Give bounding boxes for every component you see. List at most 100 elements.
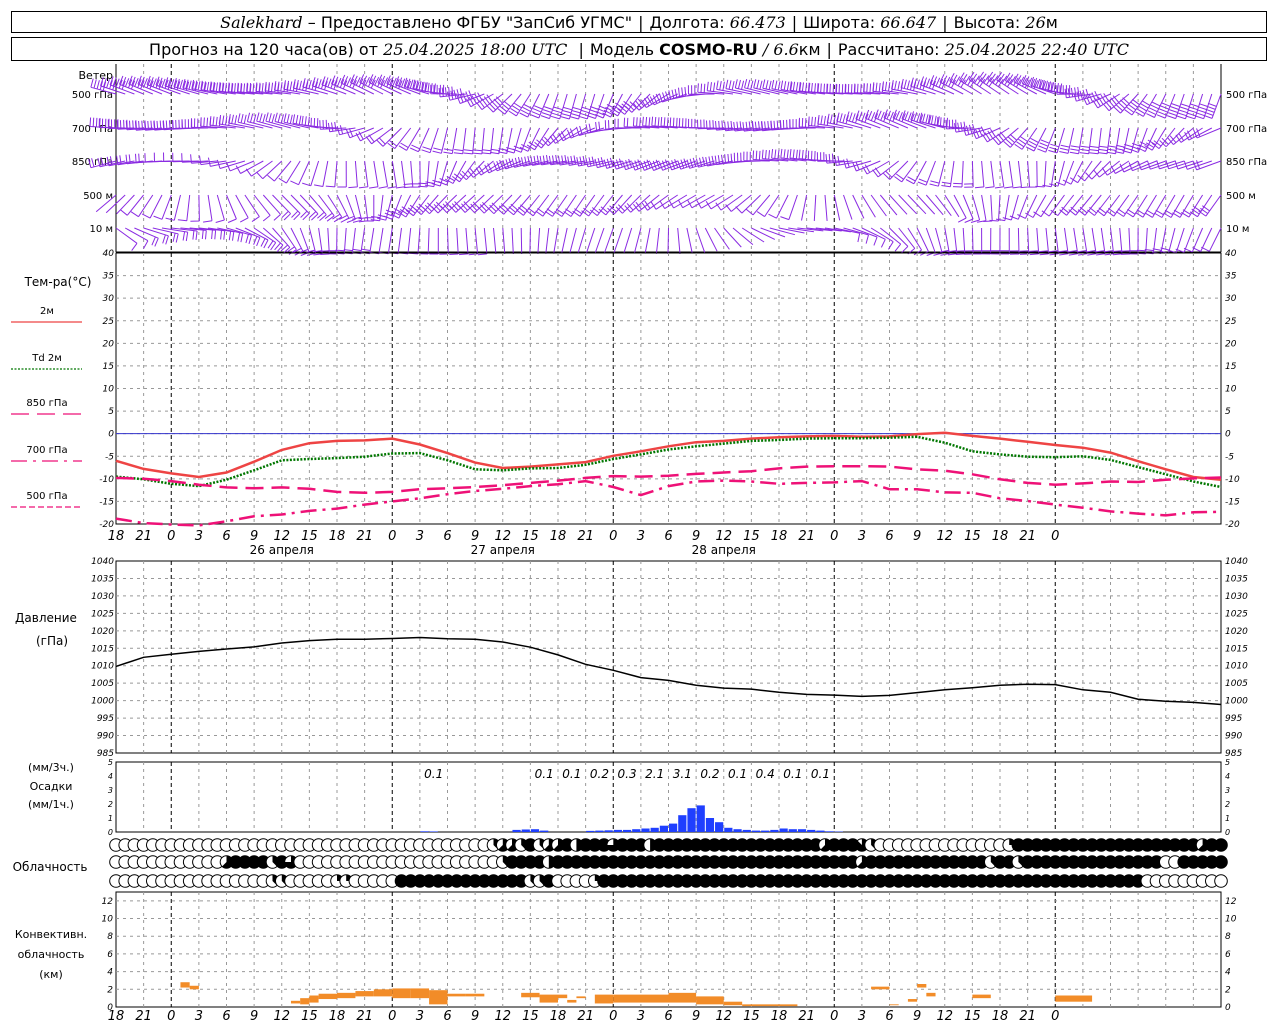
temp-xtick: 0 (167, 529, 175, 544)
prec-total-label: 0.1 (535, 767, 554, 781)
conv-bar (465, 993, 485, 997)
wind-barb (807, 150, 835, 162)
temp-xtick: 3 (195, 529, 203, 544)
temp-ytick-left: 25 (103, 317, 115, 327)
temp-ytick-left: -15 (99, 497, 114, 507)
prec-ylabel-unit: (мм/1ч.) (28, 798, 74, 811)
wind-barb (458, 227, 469, 256)
wind-barb (429, 228, 439, 255)
temp-ytick-right: 5 (1225, 407, 1231, 417)
temp-legend-label: 700 гПа (26, 445, 67, 456)
temp-xtick: 21 (798, 529, 815, 544)
conv-xtick: 0 (830, 1009, 838, 1024)
conv-bar (309, 995, 319, 1003)
prec-total-label: 0.1 (783, 767, 802, 781)
pres-ytick-right: 1010 (1225, 662, 1248, 672)
conv-ytick-right: 2 (1225, 985, 1231, 995)
wind-barb (985, 160, 995, 189)
conv-xtick: 18 (108, 1009, 125, 1024)
temp-xtick: 6 (885, 529, 893, 544)
cloud-circle (1214, 855, 1228, 869)
prec-ytick-right: 1 (1225, 814, 1230, 823)
conv-ytick-left: 12 (102, 897, 114, 907)
conv-xtick: 3 (195, 1009, 203, 1024)
temp-day-label: 28 апреля (692, 543, 756, 557)
temp-xtick: 12 (715, 529, 732, 544)
wind-barb (561, 227, 568, 254)
prec-bar (761, 830, 770, 832)
wind-barb (1086, 227, 1097, 256)
temp-xtick: 3 (637, 529, 645, 544)
prec-bar (604, 830, 613, 832)
conv-ytick-right: 0 (1225, 1003, 1231, 1013)
temp-xtick: 15 (301, 529, 318, 544)
prec-bar (733, 829, 742, 832)
pres-ylabel: Давление (15, 611, 77, 625)
wind-barb (253, 194, 271, 222)
temp-ytick-right: -10 (1225, 475, 1240, 485)
conv-ylabel: Конвективн. (15, 928, 87, 941)
pres-ytick-right: 1040 (1225, 557, 1248, 567)
conv-bar (972, 994, 991, 999)
wind-level-right: 850 гПа (1226, 157, 1267, 168)
temp-ytick-left: 30 (103, 294, 115, 304)
wind-barb (613, 227, 623, 253)
prec-total-label: 2.1 (645, 767, 664, 781)
conv-bar (567, 999, 577, 1003)
temp-ytick-right: 40 (1225, 249, 1237, 259)
pres-ytick-left: 1040 (91, 557, 114, 567)
conv-xtick: 0 (167, 1009, 175, 1024)
prec-bar (705, 818, 715, 832)
wind-barb (741, 227, 765, 243)
temp-ytick-left: 15 (103, 362, 115, 372)
wind-barb (1000, 227, 1010, 255)
prec-bar (678, 815, 687, 832)
prec-ytick-left: 1 (108, 814, 113, 823)
wind-barb (760, 227, 786, 238)
prec-ytick-right: 2 (1225, 800, 1230, 809)
conv-xtick: 15 (522, 1009, 539, 1024)
wind-barb (203, 194, 213, 223)
wind-barb (994, 160, 1005, 189)
wind-barb (955, 227, 966, 255)
wind-barb (1193, 160, 1222, 171)
conv-xtick: 21 (135, 1009, 152, 1024)
conv-bar (392, 988, 411, 999)
prec-bar (429, 831, 438, 832)
wind-barb (1068, 227, 1079, 256)
pres-ytick-right: 1005 (1225, 679, 1248, 689)
pres-ytick-right: 995 (1225, 714, 1242, 724)
wind-barb (936, 117, 964, 129)
wind-barb (990, 227, 1001, 255)
prec-bar (825, 831, 834, 832)
conv-bar (907, 999, 918, 1002)
wind-barb (995, 194, 1010, 222)
wind-barb (124, 227, 149, 249)
temp-xtick: 18 (550, 529, 567, 544)
conv-xtick: 12 (494, 1009, 511, 1024)
conv-bar (723, 1001, 743, 1006)
prec-bar (622, 829, 632, 832)
temp-legend-label: 2м (40, 306, 54, 317)
wind-barb (697, 119, 724, 130)
prec-total-label: 0.3 (618, 767, 637, 781)
wind-barb (667, 227, 669, 255)
temp-xtick: 21 (1019, 529, 1036, 544)
prec-bar (696, 805, 705, 832)
temp-ytick-left: 40 (103, 249, 115, 259)
wind-barb (1095, 227, 1106, 256)
conv-bar (521, 992, 540, 998)
conv-bar (355, 991, 374, 997)
temp-xtick: 15 (522, 529, 539, 544)
conv-xtick: 12 (715, 1009, 732, 1024)
pres-ytick-left: 1015 (91, 644, 114, 654)
conv-bar (668, 992, 697, 1003)
conv-bar (1055, 995, 1093, 1002)
wind-barb (370, 194, 384, 222)
pres-ytick-left: 1025 (91, 609, 114, 619)
wind-barb (861, 227, 886, 248)
pres-ytick-left: 1010 (91, 662, 114, 672)
conv-xtick: 18 (550, 1009, 567, 1024)
conv-bar (373, 989, 393, 997)
wind-barb (952, 160, 964, 188)
